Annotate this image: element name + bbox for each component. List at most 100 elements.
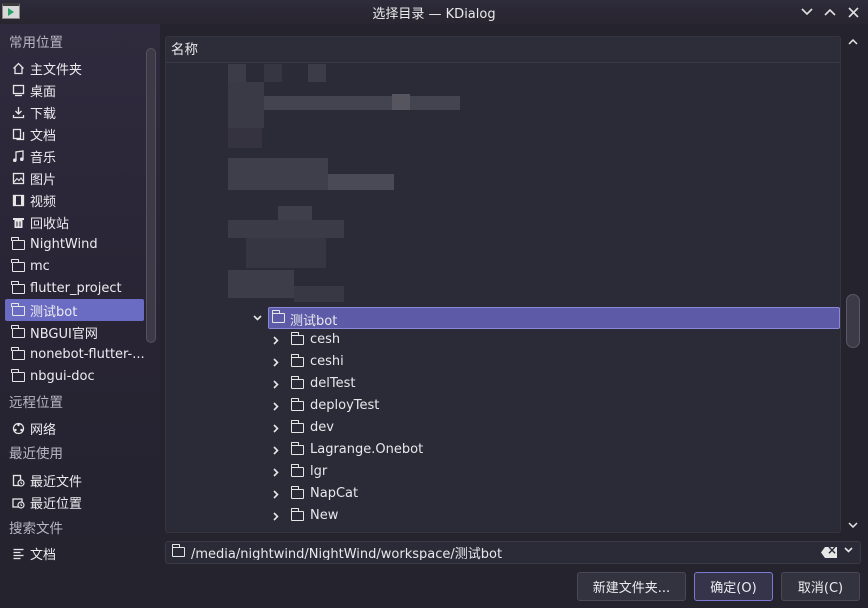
tree-row[interactable]: Lagrange.Onebot	[166, 439, 840, 461]
chevron-right-icon[interactable]	[270, 417, 282, 439]
tree-row[interactable]: cesh	[166, 329, 840, 351]
close-button[interactable]	[843, 2, 863, 22]
place-nbgui-doc[interactable]: nbgui-doc	[5, 365, 144, 387]
place-label: 视频	[30, 194, 57, 210]
column-header-name[interactable]: 名称	[166, 37, 840, 63]
chevron-down-icon	[801, 8, 813, 16]
place-downloads[interactable]: 下载	[5, 101, 144, 123]
trash-icon	[11, 215, 25, 229]
place-label: 桌面	[30, 84, 57, 100]
desktop-icon	[11, 83, 25, 97]
chevron-right-icon[interactable]	[270, 395, 282, 417]
place-recent-locations[interactable]: 最近位置	[5, 491, 144, 513]
places-scrollbar[interactable]	[145, 24, 157, 538]
folder-icon	[290, 486, 304, 503]
place-flutter-project[interactable]: flutter_project	[5, 277, 144, 299]
scroll-down-icon[interactable]	[846, 519, 860, 531]
place-nbgui-site[interactable]: NBGUI官网	[5, 321, 144, 343]
tree-row-selected[interactable]: 测试bot	[166, 307, 840, 329]
download-icon	[11, 105, 25, 119]
folder-icon	[11, 347, 25, 361]
ok-button[interactable]: 确定(O)	[694, 572, 773, 601]
place-nightwind[interactable]: NightWind	[5, 233, 144, 255]
history-dropdown[interactable]	[844, 545, 853, 556]
place-label: 网络	[30, 422, 57, 438]
place-search-documents[interactable]: 文档	[5, 543, 144, 563]
folder-icon	[11, 259, 25, 273]
place-mc[interactable]: mc	[5, 255, 144, 277]
folder-icon	[290, 420, 304, 437]
folder-icon	[11, 369, 25, 383]
tree-row[interactable]: deployTest	[166, 395, 840, 417]
recent-files-icon	[11, 473, 25, 487]
place-label: flutter_project	[30, 280, 122, 296]
folder-tree[interactable]: 名称 测试bot cesh ceshi delTest deployTest d…	[165, 36, 841, 533]
expand-chevron-down-icon[interactable]	[251, 307, 263, 329]
chevron-right-icon[interactable]	[270, 505, 282, 527]
place-label: 回收站	[30, 216, 70, 232]
music-icon	[11, 149, 25, 163]
tree-scrollbar-thumb[interactable]	[846, 294, 860, 348]
place-music[interactable]: 音乐	[5, 145, 144, 167]
folder-icon	[290, 442, 304, 459]
folder-icon	[171, 543, 185, 561]
place-home[interactable]: 主文件夹	[5, 57, 144, 79]
app-icon	[2, 3, 20, 19]
tree-row[interactable]: ceshi	[166, 351, 840, 373]
tree-row[interactable]: lgr	[166, 461, 840, 483]
place-documents[interactable]: 文档	[5, 123, 144, 145]
network-icon	[11, 421, 25, 435]
folder-icon	[271, 310, 285, 327]
place-label: mc	[30, 258, 50, 274]
tree-row-label: Lagrange.Onebot	[310, 442, 424, 457]
place-label: 文档	[30, 128, 57, 144]
place-nonebot-flutter[interactable]: nonebot-flutter-...	[5, 343, 144, 365]
chevron-right-icon[interactable]	[270, 351, 282, 373]
cancel-button[interactable]: 取消(C)	[781, 572, 860, 601]
obscured-tree-content	[166, 64, 840, 304]
place-pictures[interactable]: 图片	[5, 167, 144, 189]
place-network[interactable]: 网络	[5, 417, 144, 439]
tree-row-label: deployTest	[310, 398, 380, 413]
window-title: 选择目录 — KDialog	[372, 6, 496, 22]
folder-icon	[11, 237, 25, 251]
new-folder-button[interactable]: 新建文件夹...	[577, 572, 686, 601]
search-documents-icon	[11, 546, 25, 560]
tree-scrollbar[interactable]	[844, 36, 862, 533]
chevron-right-icon[interactable]	[270, 373, 282, 395]
chevron-up-icon	[824, 8, 836, 16]
tree-row[interactable]: NapCat	[166, 483, 840, 505]
place-test-bot[interactable]: 测试bot	[5, 299, 144, 321]
place-label: 下载	[30, 106, 57, 122]
selection-highlight	[268, 307, 840, 329]
folder-icon	[11, 281, 25, 295]
folder-icon	[290, 508, 304, 525]
places-scrollbar-thumb[interactable]	[146, 48, 156, 343]
tree-row[interactable]: New	[166, 505, 840, 527]
clear-text-icon[interactable]	[821, 547, 837, 558]
section-search: 搜索文件	[9, 521, 63, 537]
tree-row[interactable]: delTest	[166, 373, 840, 395]
chevron-right-icon[interactable]	[270, 329, 282, 351]
path-bar[interactable]	[165, 541, 861, 564]
image-icon	[11, 171, 25, 185]
chevron-right-icon[interactable]	[270, 461, 282, 483]
path-input[interactable]	[191, 545, 811, 560]
chevron-right-icon[interactable]	[270, 483, 282, 505]
place-desktop[interactable]: 桌面	[5, 79, 144, 101]
tree-row[interactable]: dev	[166, 417, 840, 439]
chevron-right-icon[interactable]	[270, 439, 282, 461]
place-videos[interactable]: 视频	[5, 189, 144, 211]
tree-row-label: NapCat	[310, 486, 359, 501]
recent-locations-icon	[11, 495, 25, 509]
maximize-button[interactable]	[820, 2, 840, 22]
chevron-down-icon	[844, 547, 853, 553]
place-recent-files[interactable]: 最近文件	[5, 469, 144, 491]
place-trash[interactable]: 回收站	[5, 211, 144, 233]
minimize-button[interactable]	[797, 2, 817, 22]
document-icon	[11, 127, 25, 141]
place-label: NightWind	[30, 236, 98, 252]
place-label: NBGUI官网	[30, 326, 98, 342]
scroll-up-icon[interactable]	[846, 36, 860, 48]
close-icon	[847, 6, 859, 18]
